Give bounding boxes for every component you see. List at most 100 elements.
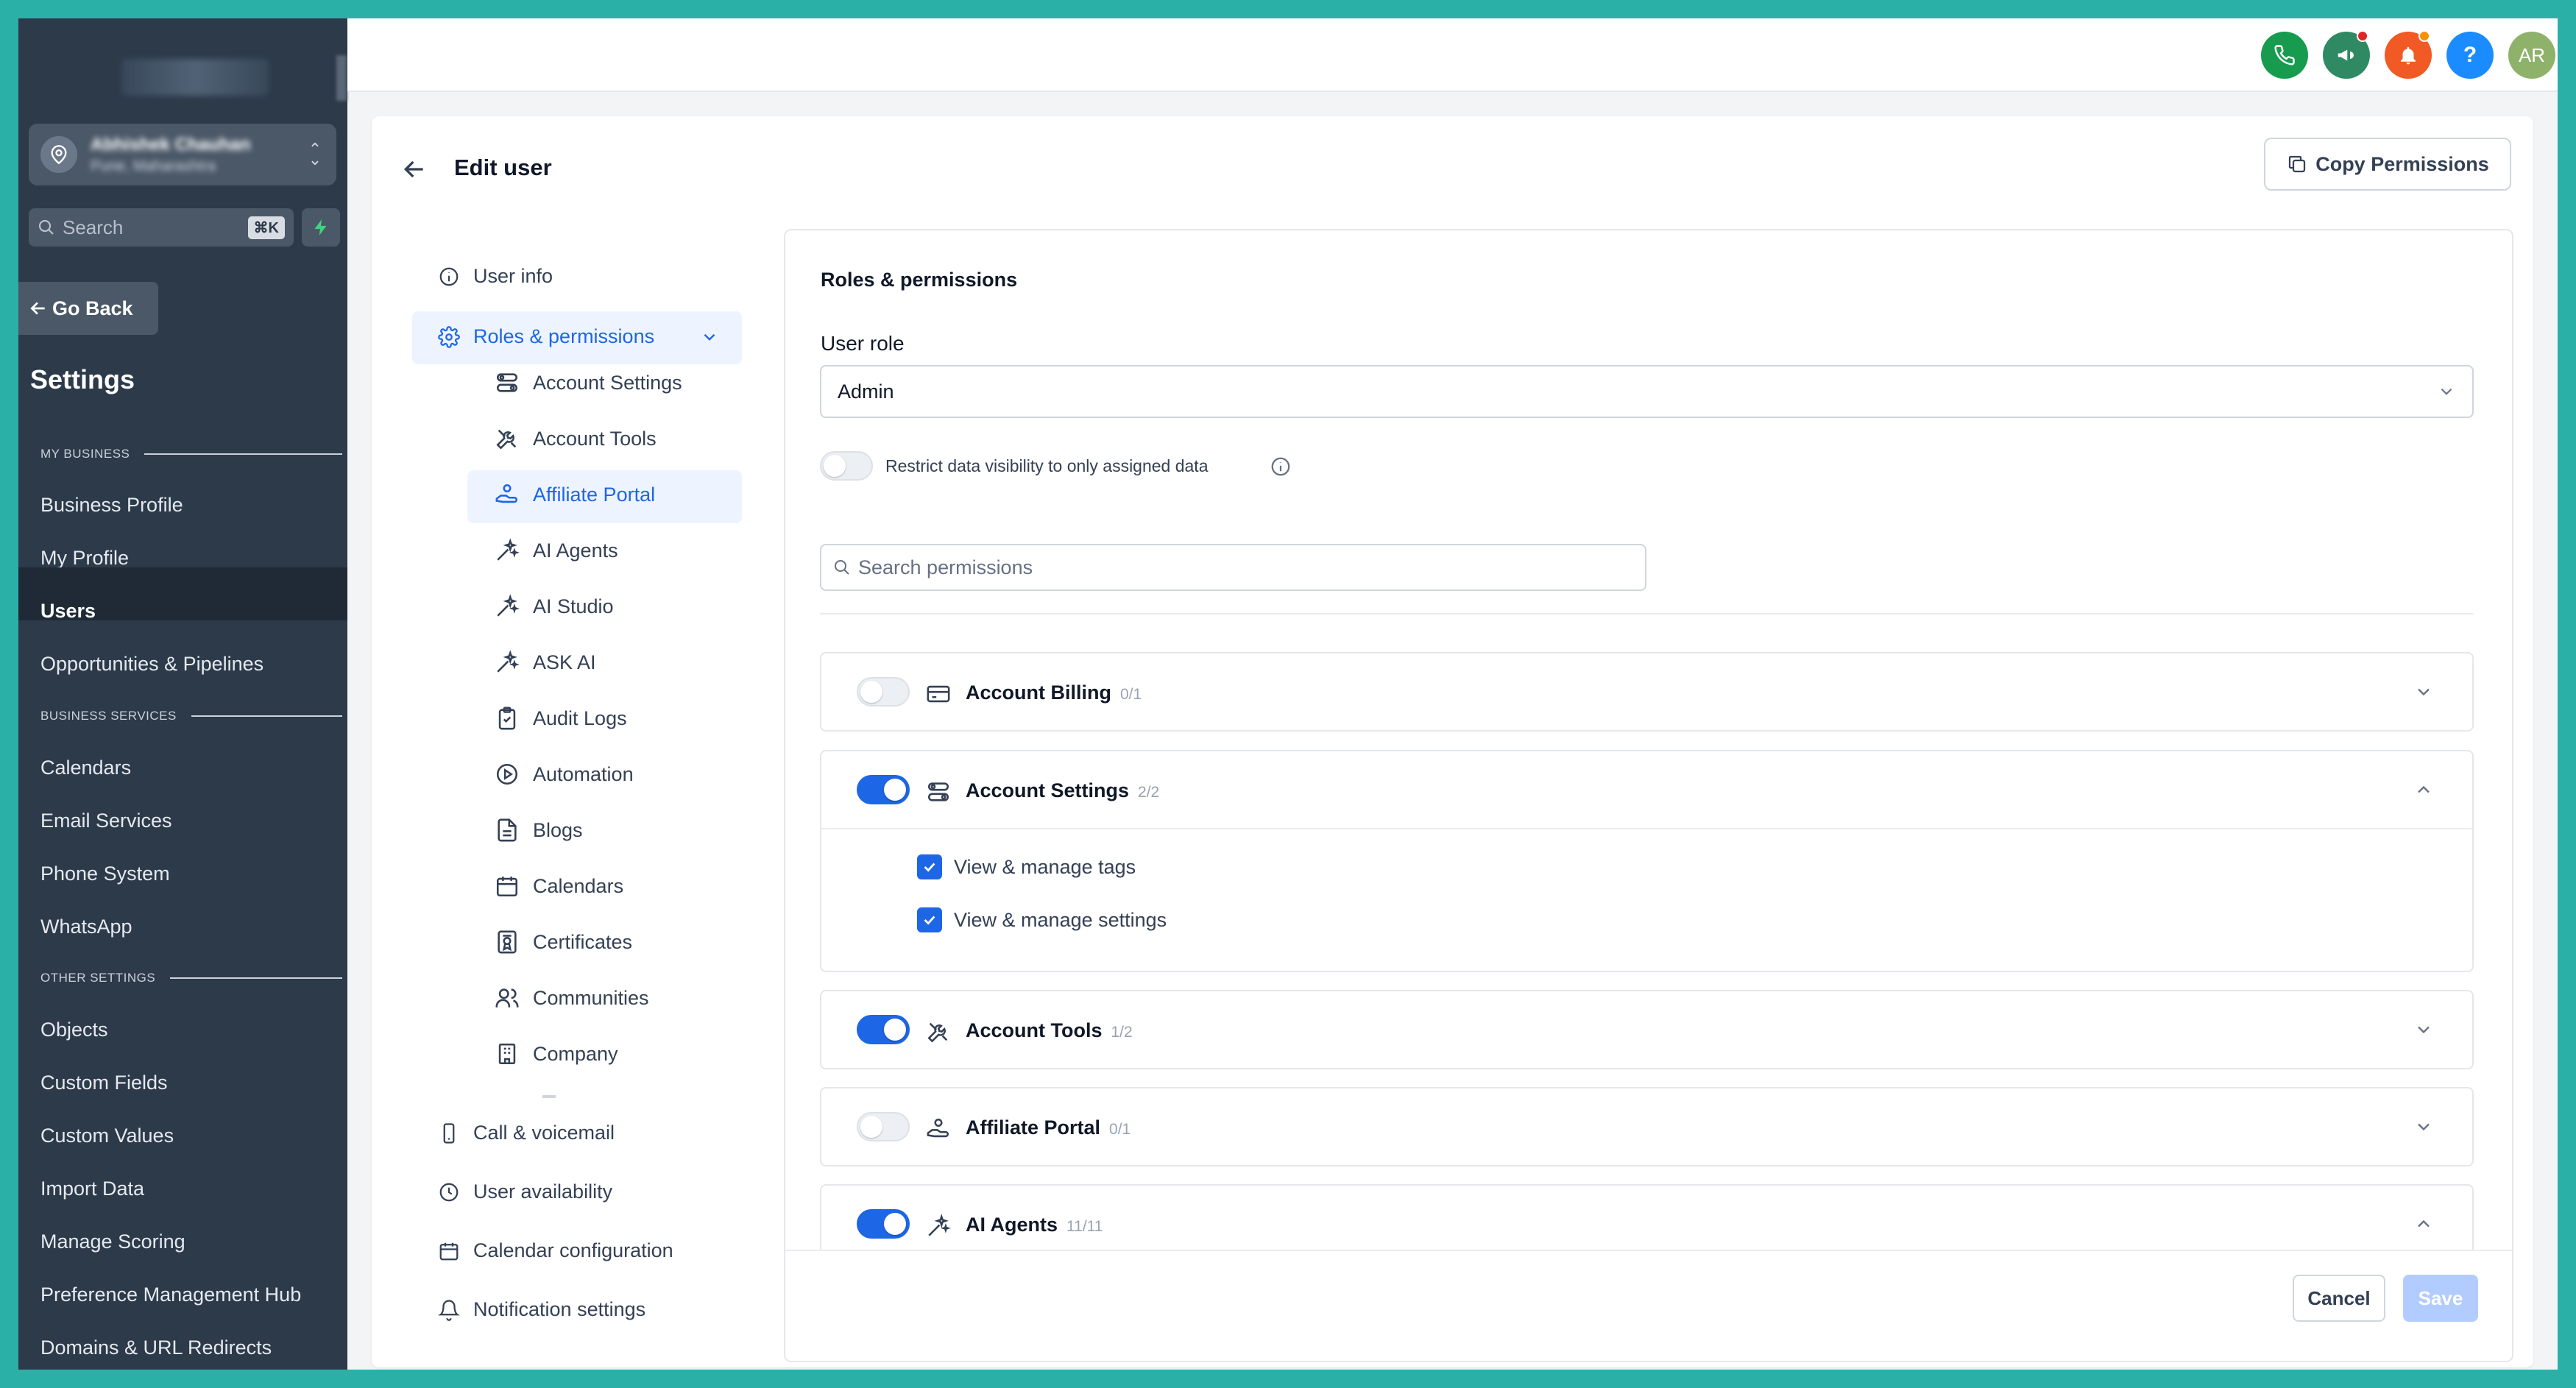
subnav-certificates[interactable]: Certificates [495, 930, 632, 955]
permission-header[interactable]: Account Billing 0/1 [821, 654, 2472, 730]
permission-header[interactable]: Affiliate Portal 0/1 [821, 1088, 2472, 1165]
page-title: Edit user [454, 155, 552, 180]
sidebar-item-domains[interactable]: Domains & URL Redirects [40, 1336, 272, 1359]
tools-icon [927, 1022, 948, 1043]
sidebar-item-custom-values[interactable]: Custom Values [40, 1125, 174, 1147]
nav-label: Affiliate Portal [533, 483, 656, 506]
permission-item-tags[interactable]: View & manage tags [917, 854, 1136, 879]
permission-toggle[interactable] [857, 1015, 910, 1044]
notification-dot [2418, 30, 2430, 42]
sidebar-item-manage-scoring[interactable]: Manage Scoring [40, 1231, 185, 1253]
sidebar-item-preference-hub[interactable]: Preference Management Hub [40, 1283, 301, 1306]
sidebar-item-email-services[interactable]: Email Services [40, 810, 172, 832]
subnav-account-settings[interactable]: Account Settings [495, 370, 682, 395]
nav-label: Account Settings [533, 371, 682, 394]
subnav-ask-ai[interactable]: ASK AI [495, 650, 596, 675]
checkbox-checked[interactable] [917, 907, 942, 932]
sidebar-search[interactable]: Search ⌘K [29, 208, 294, 247]
sidebar-item-calendars[interactable]: Calendars [40, 757, 131, 779]
sidebar-item-business-profile[interactable]: Business Profile [40, 494, 183, 517]
save-button[interactable]: Save [2403, 1275, 2478, 1322]
permission-label: Account Settings [966, 779, 1130, 801]
permission-name: Account Settings 2/2 [966, 779, 1159, 802]
chevron-up-icon[interactable] [2413, 1214, 2434, 1234]
copy-permissions-button[interactable]: Copy Permissions [2264, 138, 2511, 191]
edit-user-card: Edit user Copy Permissions User info Rol… [372, 116, 2533, 1367]
phone-button[interactable] [2261, 32, 2308, 79]
subnav-affiliate-portal[interactable]: Affiliate Portal [495, 482, 655, 507]
cancel-button[interactable]: Cancel [2293, 1275, 2385, 1322]
sidebar-item-objects[interactable]: Objects [40, 1019, 108, 1041]
announcements-button[interactable] [2323, 30, 2370, 79]
sidebar: Abhishek Chauhan Pune, Maharashtra ⌃ ⌄ Se… [18, 18, 347, 1370]
sidebar-title: Settings [30, 364, 135, 394]
arrow-left-icon[interactable] [400, 155, 429, 184]
clipboard-check-icon [498, 707, 516, 730]
nav-roles-permissions[interactable]: Roles & permissions [438, 325, 732, 348]
sidebar-item-whatsapp[interactable]: WhatsApp [40, 916, 132, 938]
subnav-audit-logs[interactable]: Audit Logs [495, 706, 627, 731]
chevron-down-icon[interactable] [2413, 1019, 2434, 1040]
help-icon: ? [2463, 43, 2477, 67]
nav-label: Account Tools [533, 427, 657, 450]
account-switcher[interactable]: Abhishek Chauhan Pune, Maharashtra ⌃ ⌄ [29, 124, 336, 185]
sidebar-item-users[interactable]: Users [40, 600, 96, 623]
user-avatar[interactable]: AR [2508, 32, 2555, 79]
permission-label: Affiliate Portal [966, 1116, 1101, 1139]
help-button[interactable]: ? [2446, 32, 2494, 79]
subnav-ai-studio[interactable]: AI Studio [495, 594, 614, 619]
permission-count: 0/1 [1120, 686, 1142, 703]
permission-body: View & manage tags View & manage setting… [821, 828, 2472, 971]
subnav-ai-agents[interactable]: AI Agents [495, 538, 618, 563]
sidebar-item-import-data[interactable]: Import Data [40, 1178, 144, 1200]
subnav-account-tools[interactable]: Account Tools [495, 426, 657, 451]
chevron-up-icon[interactable] [2413, 779, 2434, 800]
nav-user-availability[interactable]: User availability [438, 1180, 612, 1203]
permission-header[interactable]: Account Settings 2/2 [821, 751, 2472, 828]
permission-toggle[interactable] [857, 775, 910, 804]
checkbox-checked[interactable] [917, 854, 942, 879]
go-back-label: Go Back [52, 297, 133, 319]
permission-toggle[interactable] [857, 677, 910, 707]
subnav-calendars[interactable]: Calendars [495, 874, 623, 899]
permission-toggle[interactable] [857, 1209, 910, 1239]
users-icon [495, 988, 519, 1008]
panel-title: Roles & permissions [821, 269, 1018, 291]
permission-item-settings[interactable]: View & manage settings [917, 907, 1167, 932]
nav-call-voicemail[interactable]: Call & voicemail [438, 1122, 615, 1144]
permission-group-account-tools: Account Tools 1/2 [820, 990, 2474, 1069]
section-label: BUSINESS SERVICES [40, 709, 177, 723]
permissions-search-input[interactable]: Search permissions [820, 544, 1646, 591]
permission-label: AI Agents [966, 1214, 1058, 1236]
permission-group-affiliate-portal: Affiliate Portal 0/1 [820, 1087, 2474, 1166]
nav-notification-settings[interactable]: Notification settings [438, 1298, 645, 1321]
sidebar-item-my-profile[interactable]: My Profile [40, 547, 129, 570]
subnav-company[interactable]: Company [495, 1041, 618, 1066]
sidebar-item-custom-fields[interactable]: Custom Fields [40, 1072, 168, 1094]
chevron-down-icon[interactable] [2413, 1116, 2434, 1137]
permission-name: Account Billing 0/1 [966, 681, 1142, 704]
subnav-blogs[interactable]: Blogs [495, 818, 583, 843]
user-role-select[interactable]: Admin [820, 365, 2474, 418]
go-back-button[interactable]: Go Back [18, 282, 158, 335]
quick-action-button[interactable] [302, 208, 340, 247]
sparkle-wand-icon [928, 1214, 951, 1236]
nav-calendar-configuration[interactable]: Calendar configuration [438, 1239, 673, 1262]
nav-user-info[interactable]: User info [438, 265, 553, 288]
account-name: Abhishek Chauhan [91, 134, 251, 155]
info-icon[interactable] [1270, 456, 1292, 478]
subnav-automation[interactable]: Automation [495, 762, 634, 787]
chevron-down-icon[interactable] [2413, 681, 2434, 702]
subnav-communities[interactable]: Communities [495, 985, 649, 1010]
restrict-visibility-toggle[interactable] [820, 451, 873, 481]
phone-icon [2274, 45, 2295, 65]
divider [820, 613, 2474, 615]
sliders-icon [927, 782, 949, 801]
notifications-button[interactable] [2385, 30, 2432, 79]
sidebar-item-phone-system[interactable]: Phone System [40, 863, 170, 885]
sidebar-item-opportunities[interactable]: Opportunities & Pipelines [40, 653, 263, 676]
permission-header[interactable]: Account Tools 1/2 [821, 991, 2472, 1068]
permission-toggle[interactable] [857, 1112, 910, 1141]
search-placeholder: Search [63, 216, 124, 238]
nav-label: Company [533, 1042, 618, 1065]
